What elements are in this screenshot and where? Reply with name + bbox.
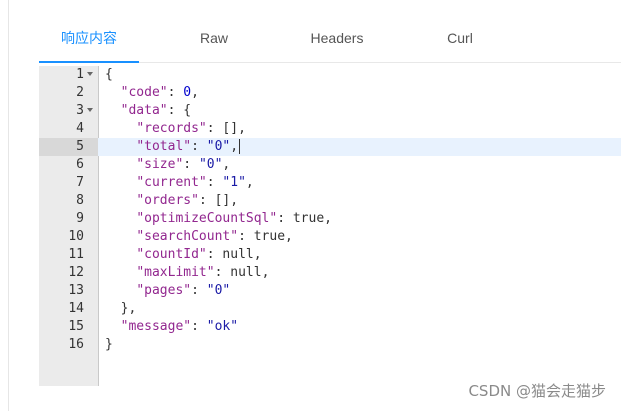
line-number: 16: [68, 337, 84, 352]
line-number: 2: [76, 85, 84, 100]
tab-curl[interactable]: Curl: [410, 0, 510, 62]
json-value: "0": [206, 139, 231, 154]
json-key: "orders": [136, 193, 199, 208]
json-key: "searchCount": [136, 229, 239, 244]
line-number: 14: [68, 301, 84, 316]
line-number: 7: [76, 175, 84, 190]
json-value: null: [222, 247, 254, 262]
json-key: "current": [136, 175, 207, 190]
line-number: 8: [76, 193, 84, 208]
code-line[interactable]: 10 "searchCount": true,: [39, 228, 621, 246]
json-value: 0: [183, 85, 192, 100]
line-number: 4: [76, 121, 84, 136]
code-line[interactable]: 7 "current": "1",: [39, 174, 621, 192]
tab-response-content[interactable]: 响应内容: [39, 0, 139, 62]
code-line[interactable]: 4 "records": [],: [39, 120, 621, 138]
code-line-active[interactable]: 5 "total": "0",: [39, 138, 621, 156]
json-key: "message": [120, 319, 192, 334]
code-line[interactable]: 15 "message": "ok": [39, 318, 621, 336]
watermark: CSDN @猫会走猫步: [468, 382, 606, 400]
code-line[interactable]: 3 "data": {: [39, 102, 621, 120]
code-line[interactable]: 2 "code": 0,: [39, 84, 621, 102]
code-line[interactable]: 11 "countId": null,: [39, 246, 621, 264]
json-value: "ok": [206, 319, 239, 334]
code-line[interactable]: 14 },: [39, 300, 621, 318]
json-key: "optimizeCountSql": [136, 211, 278, 226]
code-line[interactable]: 13 "pages": "0": [39, 282, 621, 300]
json-key: "records": [136, 121, 207, 136]
line-number: 10: [68, 229, 84, 244]
line-number: 11: [68, 247, 84, 262]
json-value: "1": [222, 175, 246, 190]
tab-raw[interactable]: Raw: [164, 0, 264, 62]
line-number: 15: [68, 319, 84, 334]
tab-headers[interactable]: Headers: [287, 0, 387, 62]
json-value: "0": [206, 283, 231, 298]
json-key: "total": [136, 139, 192, 154]
left-border: [8, 0, 9, 411]
json-key: "countId": [136, 247, 207, 262]
json-value: true: [292, 211, 325, 226]
code-editor[interactable]: 1 { 2 "code": 0, 3 "data": { 4 "records"…: [39, 66, 621, 386]
active-tab-underline: [39, 61, 139, 63]
line-number: 9: [76, 211, 84, 226]
json-value: "0": [198, 157, 223, 172]
json-value: []: [214, 193, 231, 208]
response-tabs: 响应内容 Raw Headers Curl: [39, 0, 621, 63]
code-line[interactable]: 6 "size": "0",: [39, 156, 621, 174]
code-line[interactable]: 9 "optimizeCountSql": true,: [39, 210, 621, 228]
code-line[interactable]: 16 }: [39, 336, 621, 354]
line-number: 5: [39, 138, 98, 156]
json-key: "size": [136, 157, 184, 172]
line-number: 6: [76, 157, 84, 172]
text-cursor: [239, 139, 241, 154]
json-key: "code": [120, 85, 168, 100]
json-key: "data": [120, 103, 168, 118]
json-key: "maxLimit": [136, 265, 215, 280]
json-value: []: [222, 121, 239, 136]
line-number: 13: [68, 283, 84, 298]
code-line[interactable]: 8 "orders": [],: [39, 192, 621, 210]
fold-arrow-icon[interactable]: [87, 108, 93, 112]
fold-arrow-icon[interactable]: [87, 72, 93, 76]
code-line[interactable]: 12 "maxLimit": null,: [39, 264, 621, 282]
code-line[interactable]: 1 {: [39, 66, 621, 84]
json-value: null: [230, 265, 262, 280]
json-value: true: [253, 229, 286, 244]
json-key: "pages": [136, 283, 192, 298]
line-number: 12: [68, 265, 84, 280]
